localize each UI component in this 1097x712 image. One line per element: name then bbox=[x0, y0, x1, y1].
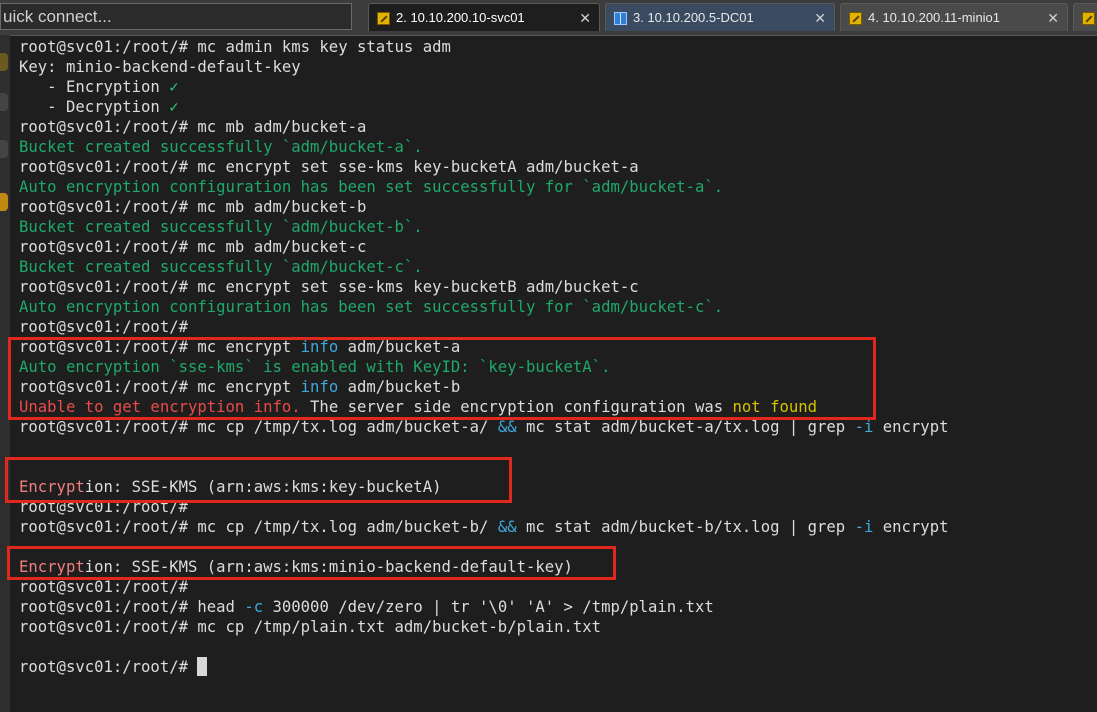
tab-label: 4. 10.10.200.11-minio1 bbox=[868, 10, 1001, 25]
terminal-text: Key: minio-backend-default-key bbox=[19, 58, 301, 76]
terminal-text: -i bbox=[854, 518, 874, 536]
terminal-line: Bucket created successfully `adm/bucket-… bbox=[19, 137, 423, 157]
terminal-text: Bucket created successfully `adm/bucket-… bbox=[19, 258, 423, 276]
terminal-text: root@svc01:/root/# bbox=[19, 578, 188, 596]
tab-bar: uick connect... 2. 10.10.200.10-svc01 ✕ … bbox=[0, 0, 1097, 36]
terminal-text: root@svc01:/root/# mc mb adm/bucket-c bbox=[19, 238, 367, 256]
terminal-text: encrypt bbox=[873, 418, 949, 436]
terminal-text: - Decryption bbox=[19, 98, 170, 116]
highlight-box bbox=[7, 546, 616, 580]
terminal-line: root@svc01:/root/# mc mb adm/bucket-c bbox=[19, 237, 366, 257]
terminal-text: ✓ bbox=[169, 98, 179, 116]
terminal-line: Key: minio-backend-default-key bbox=[19, 57, 301, 77]
terminal-text: root@svc01:/root/# bbox=[19, 318, 188, 336]
terminal-line: root@svc01:/root/# mc cp /tmp/tx.log adm… bbox=[19, 417, 948, 437]
terminal-line: Auto encryption configuration has been s… bbox=[19, 297, 723, 317]
terminal-line: Auto encryption configuration has been s… bbox=[19, 177, 723, 197]
terminal-line: root@svc01:/root/# mc cp /tmp/tx.log adm… bbox=[19, 517, 948, 537]
sidebar-toggle-icon[interactable] bbox=[0, 53, 8, 71]
terminal-text: root@svc01:/root/# mc cp /tmp/tx.log adm… bbox=[19, 418, 498, 436]
close-icon[interactable]: ✕ bbox=[814, 4, 826, 32]
terminal-text: root@svc01:/root/# mc mb adm/bucket-a bbox=[19, 118, 367, 136]
terminal-line: root@svc01:/root/# head -c 300000 /dev/z… bbox=[19, 597, 714, 617]
quick-connect-input[interactable]: uick connect... bbox=[0, 3, 352, 30]
terminal-text: ✓ bbox=[169, 78, 179, 96]
terminal-text: && bbox=[497, 518, 517, 536]
terminal-text: root@svc01:/root/# mc encrypt set sse-km… bbox=[19, 278, 639, 296]
terminal-text: mc stat adm/bucket-b/tx.log | grep bbox=[516, 518, 855, 536]
terminal-text: root@svc01:/root/# mc admin kms key stat… bbox=[19, 38, 451, 56]
terminal-text: && bbox=[497, 418, 517, 436]
close-icon[interactable]: ✕ bbox=[579, 4, 591, 32]
highlight-box bbox=[5, 457, 512, 503]
terminal-line: - Encryption ✓ bbox=[19, 77, 179, 97]
terminal-line: - Decryption ✓ bbox=[19, 97, 179, 117]
sidebar-status-icon[interactable] bbox=[0, 193, 8, 211]
terminal-text: root@svc01:/root/# mc mb adm/bucket-b bbox=[19, 198, 367, 216]
sidebar-arrow-icon[interactable] bbox=[0, 140, 8, 158]
terminal-text: Bucket created successfully `adm/bucket-… bbox=[19, 218, 423, 236]
terminal-line: root@svc01:/root/# mc mb adm/bucket-a bbox=[19, 117, 366, 137]
terminal-line: Bucket created successfully `adm/bucket-… bbox=[19, 257, 423, 277]
terminal-text: -i bbox=[854, 418, 874, 436]
terminal-text: root@svc01:/root/# head bbox=[19, 598, 245, 616]
terminal-line: root@svc01:/root/# mc mb adm/bucket-b bbox=[19, 197, 366, 217]
key-icon bbox=[377, 12, 390, 25]
terminal-text: root@svc01:/root/# bbox=[19, 658, 198, 676]
terminal-text: - Encryption bbox=[19, 78, 170, 96]
windows-icon bbox=[614, 12, 627, 25]
terminal-text: root@svc01:/root/# mc cp /tmp/tx.log adm… bbox=[19, 518, 498, 536]
terminal-line: root@svc01:/root/# bbox=[19, 577, 188, 597]
highlight-box bbox=[8, 337, 876, 420]
terminal-text: mc stat adm/bucket-a/tx.log | grep bbox=[516, 418, 855, 436]
terminal-line: Bucket created successfully `adm/bucket-… bbox=[19, 217, 423, 237]
terminal-text: 300000 /dev/zero | tr '\0' 'A' > /tmp/pl… bbox=[263, 598, 714, 616]
terminal-line: root@svc01:/root/# bbox=[19, 317, 188, 337]
sidebar-arrow-icon[interactable] bbox=[0, 93, 8, 111]
terminal-cursor bbox=[197, 657, 208, 676]
terminal-line: root@svc01:/root/# mc cp /tmp/plain.txt … bbox=[19, 617, 601, 637]
tab-minio1[interactable]: 4. 10.10.200.11-minio1 ✕ bbox=[840, 3, 1068, 31]
key-icon bbox=[1082, 12, 1095, 25]
tab-label: 3. 10.10.200.5-DC01 bbox=[633, 10, 754, 25]
terminal-line: root@svc01:/root/# bbox=[19, 657, 208, 677]
terminal-text: root@svc01:/root/# mc encrypt set sse-km… bbox=[19, 158, 639, 176]
terminal-text: Auto encryption configuration has been s… bbox=[19, 298, 724, 316]
terminal-text: encrypt bbox=[873, 518, 949, 536]
terminal-text: Bucket created successfully `adm/bucket-… bbox=[19, 138, 423, 156]
terminal-line: root@svc01:/root/# mc admin kms key stat… bbox=[19, 37, 451, 57]
terminal-line: root@svc01:/root/# mc encrypt set sse-km… bbox=[19, 157, 639, 177]
terminal-text: root@svc01:/root/# mc cp /tmp/plain.txt … bbox=[19, 618, 602, 636]
terminal-text: -c bbox=[244, 598, 264, 616]
terminal-line: root@svc01:/root/# mc encrypt set sse-km… bbox=[19, 277, 639, 297]
close-icon[interactable]: ✕ bbox=[1047, 4, 1059, 32]
tab-overflow[interactable] bbox=[1073, 3, 1097, 31]
key-icon bbox=[849, 12, 862, 25]
tab-label: 2. 10.10.200.10-svc01 bbox=[396, 10, 525, 25]
terminal-text: Auto encryption configuration has been s… bbox=[19, 178, 724, 196]
tab-dc01[interactable]: 3. 10.10.200.5-DC01 ✕ bbox=[605, 3, 835, 31]
tab-svc01[interactable]: 2. 10.10.200.10-svc01 ✕ bbox=[368, 3, 600, 31]
